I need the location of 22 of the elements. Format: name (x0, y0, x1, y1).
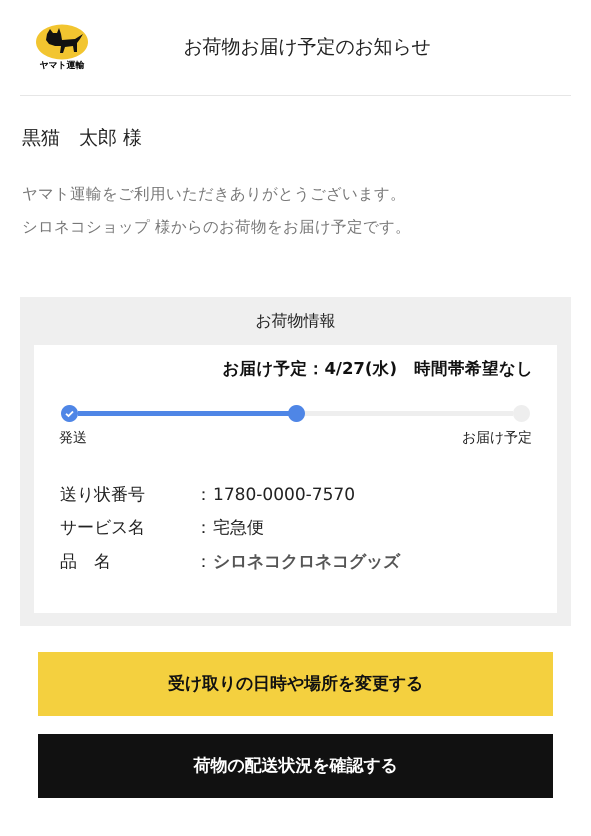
logo-text: ヤマト運輸 (40, 62, 84, 71)
detail-colon: ： (195, 550, 213, 574)
check-icon (61, 404, 78, 422)
step-label: 発送 (59, 428, 87, 448)
detail-colon: ： (195, 517, 213, 540)
message-text: シロネコショップ 様からのお荷物をお届け予定です。 (22, 216, 412, 238)
detail-value: シロネコクロネコグッズ (213, 550, 400, 574)
delivery-date: お届け予定：4/27(水) 時間帯希望なし (221, 358, 534, 380)
page-title: お荷物お届け予定のお知らせ (182, 35, 432, 60)
detail-value: 1780-0000-7570 (213, 484, 356, 507)
action-button[interactable]: 荷物の配送状況を確認する (38, 734, 553, 798)
message-text: ヤマト運輸をご利用いただきありがとうございます。 (22, 184, 407, 204)
detail-label: 送り状番号 (60, 484, 146, 507)
recipient-name: 黒猫 太郎 様 (22, 126, 144, 151)
detail-value: 宅急便 (213, 517, 264, 540)
cat-logo-icon (35, 24, 89, 60)
info-title: お荷物情報 (254, 310, 336, 332)
detail-colon: ： (195, 484, 213, 507)
detail-label: 品 名 (60, 550, 112, 574)
step-label: お届け予定 (462, 428, 532, 448)
action-button[interactable]: 受け取りの日時や場所を変更する (38, 652, 553, 716)
detail-label: サービス名 (60, 517, 146, 540)
